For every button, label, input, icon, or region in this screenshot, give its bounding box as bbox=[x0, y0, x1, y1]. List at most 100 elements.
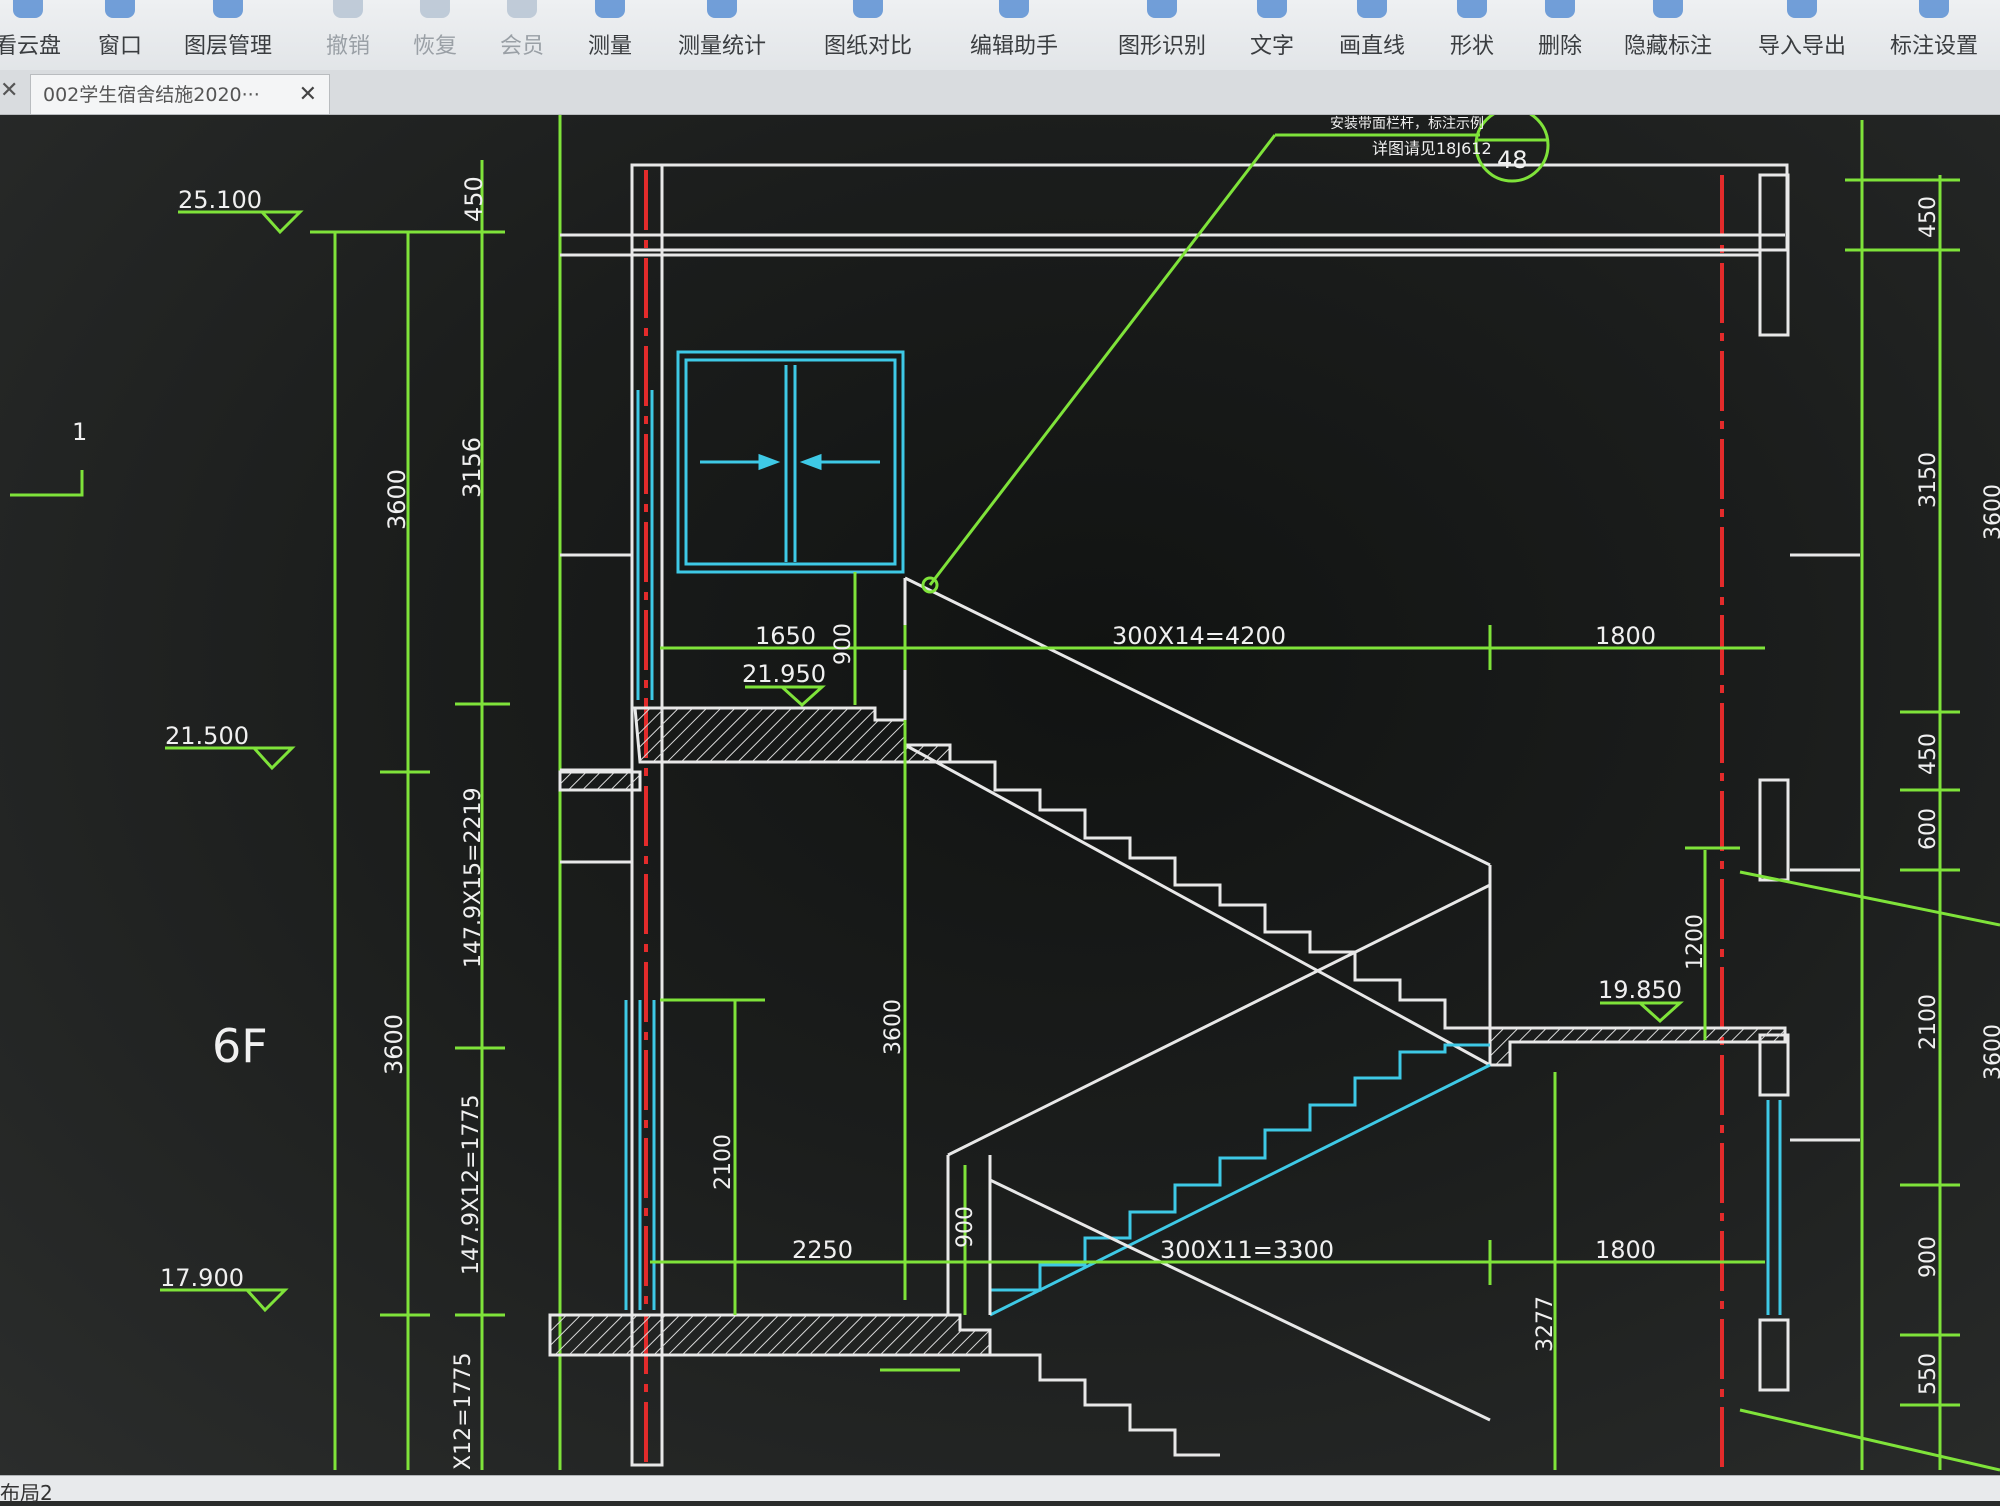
drawing-canvas[interactable]: 25.100 21.500 17.900 21.950 19.850 6F 1 … bbox=[0, 107, 2000, 1475]
side-glazing bbox=[624, 390, 1782, 1315]
dim-text: 450 bbox=[460, 176, 488, 222]
grid-marker bbox=[10, 470, 84, 497]
toolbar-delete[interactable]: 删除 bbox=[1538, 0, 1582, 70]
dim-text: 147.9X12=1775 bbox=[459, 1095, 484, 1275]
grid-label: 1 bbox=[72, 418, 87, 446]
toolbar-undo[interactable]: 撤销 bbox=[326, 0, 370, 70]
compare-icon bbox=[852, 0, 883, 18]
stair-dimension-lines bbox=[650, 107, 2000, 1472]
toolbar-hide-annotation[interactable]: 隐藏标注 bbox=[1624, 0, 1712, 70]
toolbar-shape-recognition[interactable]: 图形识别 bbox=[1118, 0, 1206, 70]
toolbar-annotation-settings[interactable]: 标注设置 bbox=[1890, 0, 1978, 70]
dim-text: 550 bbox=[1916, 1353, 1941, 1395]
toolbar-edit-assistant[interactable]: 编辑助手 bbox=[970, 0, 1058, 70]
toolbar-text[interactable]: 文字 bbox=[1250, 0, 1294, 70]
right-column-mid bbox=[1758, 778, 1790, 882]
toolbar: 看云盘 窗口 图层管理 撤销 恢复 会员 测量 测量统计 图纸对比 编辑助手 图… bbox=[0, 0, 2000, 71]
dim-text: 1800 bbox=[1595, 1236, 1656, 1264]
elevation-label: 17.900 bbox=[160, 1264, 244, 1292]
redo-icon bbox=[419, 0, 450, 18]
window bbox=[676, 350, 905, 574]
right-column-bottom bbox=[1758, 1318, 1790, 1392]
elevation-marker-top bbox=[178, 210, 304, 235]
slab-stub bbox=[558, 770, 642, 792]
leader-line bbox=[1739, 870, 2000, 927]
eye-off-icon bbox=[1652, 0, 1683, 18]
toolbar-draw-line[interactable]: 画直线 bbox=[1339, 0, 1405, 70]
cad-drawing: 25.100 21.500 17.900 21.950 19.850 6F 1 … bbox=[10, 107, 2000, 1472]
dim-text: 1650 bbox=[755, 622, 816, 650]
toolbar-measure[interactable]: 测量 bbox=[588, 0, 632, 70]
stair-soffit bbox=[989, 1063, 1491, 1317]
elevation-label: 25.100 bbox=[178, 186, 262, 214]
toolbar-shape[interactable]: 形状 bbox=[1450, 0, 1494, 70]
dim-text: 2100 bbox=[1916, 994, 1941, 1050]
close-icon[interactable]: ✕ bbox=[0, 78, 24, 106]
elevation-label: 21.500 bbox=[165, 722, 249, 750]
tab-drawing-file[interactable]: 002学生宿舍结施2020··· ✕ bbox=[30, 74, 330, 114]
leader-line bbox=[928, 134, 1277, 586]
toolbar-drawing-compare[interactable]: 图纸对比 bbox=[824, 0, 912, 70]
toolbar-measure-stats[interactable]: 测量统计 bbox=[678, 0, 766, 70]
dim-text: 2250 bbox=[792, 1236, 853, 1264]
text-icon bbox=[1256, 0, 1287, 18]
stair-steps bbox=[988, 1043, 1490, 1315]
tab-bar: ✕ 002学生宿舍结施2020··· ✕ bbox=[0, 70, 2000, 115]
close-icon[interactable]: ✕ bbox=[299, 75, 317, 115]
roof-beam bbox=[630, 163, 1789, 252]
detail-ref: 48 bbox=[1497, 146, 1528, 174]
toolbar-layer-manager[interactable]: 图层管理 bbox=[184, 0, 272, 70]
upper-landing-slab bbox=[633, 706, 952, 764]
shape-icon bbox=[1456, 0, 1487, 18]
dim-text: 147.9X15=2219 bbox=[461, 788, 486, 968]
layers-icon bbox=[212, 0, 243, 18]
handrail bbox=[989, 1178, 1491, 1422]
toolbar-member[interactable]: 会员 bbox=[500, 0, 544, 70]
undo-icon bbox=[332, 0, 363, 18]
tab-label: 002学生宿舍结施2020··· bbox=[43, 84, 260, 106]
toolbar-import-export[interactable]: 导入导出 bbox=[1758, 0, 1846, 70]
lower-landing-slab bbox=[548, 1313, 992, 1357]
dim-text: 1200 bbox=[1683, 914, 1708, 970]
dim-text: 900 bbox=[1916, 1236, 1941, 1278]
lower-stair-flight bbox=[988, 1043, 1491, 1317]
leader-text: 安装带面栏杆，标注示例 bbox=[1330, 116, 1484, 132]
toolbar-window[interactable]: 窗口 bbox=[98, 0, 142, 70]
toolbar-redo[interactable]: 恢复 bbox=[413, 0, 457, 70]
dim-text: X12=1775 bbox=[451, 1353, 476, 1471]
upper-stair-flight bbox=[875, 576, 1492, 1067]
mid-landing-slab bbox=[1488, 1026, 1787, 1067]
dim-text: 1800 bbox=[1595, 622, 1656, 650]
stair-soffit bbox=[904, 743, 1491, 1067]
settings-icon bbox=[1918, 0, 1949, 18]
elevation-label: 21.950 bbox=[742, 660, 826, 688]
dim-text: 2100 bbox=[711, 1134, 736, 1190]
dim-text: 300X14=4200 bbox=[1112, 622, 1286, 650]
recognize-icon bbox=[1146, 0, 1177, 18]
dim-text: 450 bbox=[1916, 733, 1941, 775]
dim-text: 300X11=3300 bbox=[1160, 1236, 1334, 1264]
axis-lines bbox=[644, 170, 1724, 1470]
ruler-icon bbox=[594, 0, 625, 18]
elevation-marker-landing bbox=[745, 685, 826, 708]
leader-line bbox=[1739, 1408, 2000, 1472]
floor-label: 6F bbox=[212, 1019, 268, 1073]
toolbar-cloud-disk[interactable]: 看云盘 bbox=[0, 0, 61, 70]
layout-tab[interactable]: 布局2 bbox=[0, 1477, 53, 1506]
import-export-icon bbox=[1786, 0, 1817, 18]
edit-icon bbox=[998, 0, 1029, 18]
dim-text: 3600 bbox=[881, 999, 906, 1055]
right-column-low bbox=[1758, 1033, 1790, 1097]
dim-text: 3277 bbox=[1533, 1296, 1558, 1352]
dim-text: 450 bbox=[1916, 196, 1941, 238]
dim-text: 3150 bbox=[1916, 452, 1941, 508]
leader-text: 详图请见18J612 bbox=[1372, 139, 1492, 158]
elevation-marker-low bbox=[160, 1288, 289, 1313]
window-icon bbox=[104, 0, 135, 18]
dim-text: 600 bbox=[1916, 808, 1941, 850]
dim-text: 3600 bbox=[380, 1014, 408, 1075]
dim-text: 3600 bbox=[1981, 484, 2000, 540]
elevation-marker-mid-landing bbox=[1600, 1001, 1684, 1024]
left-dimension-rails bbox=[10, 115, 1960, 1470]
elevation-label: 19.850 bbox=[1598, 976, 1682, 1004]
